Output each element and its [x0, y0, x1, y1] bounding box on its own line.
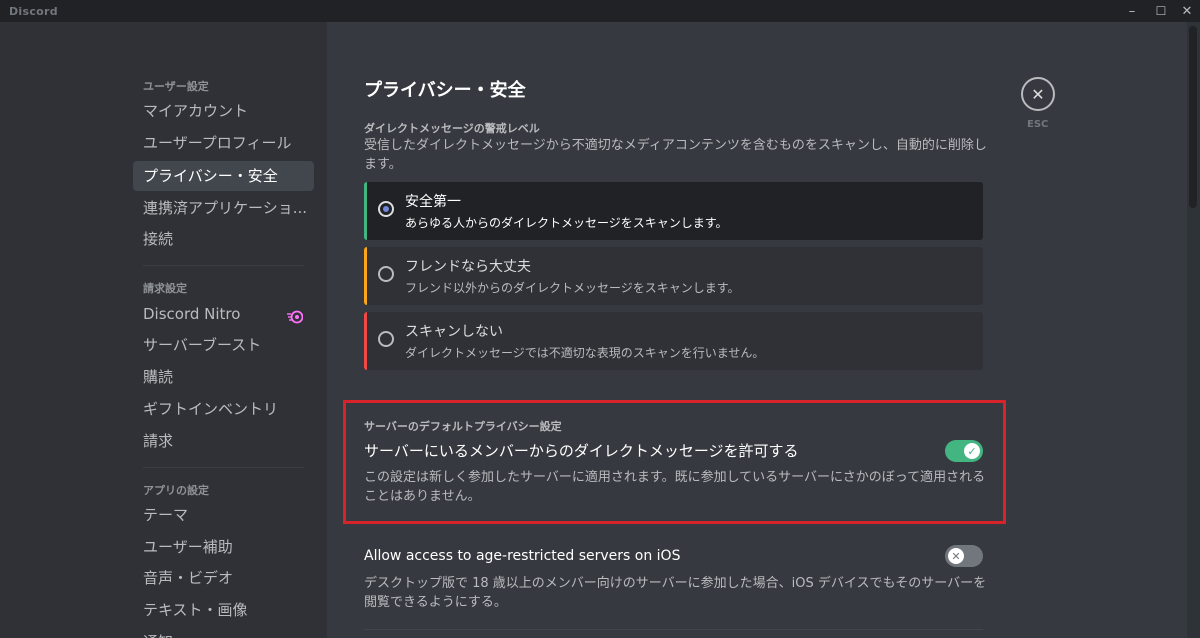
sidebar-header-app-settings: アプリの設定 [143, 484, 209, 497]
radio-option-do-not-scan[interactable]: スキャンしない ダイレクトメッセージでは不適切な表現のスキャンを行いません。 [364, 312, 983, 370]
allow-server-dm-toggle[interactable]: ✓ [945, 440, 983, 462]
close-icon[interactable]: ✕ [1173, 0, 1200, 22]
minimize-icon[interactable]: – [1118, 0, 1146, 22]
page-title: プライバシー・安全 [364, 80, 526, 101]
x-icon: ✕ [948, 548, 964, 564]
radio-checked-icon [378, 201, 394, 217]
age-restricted-title: Allow access to age-restricted servers o… [364, 548, 681, 564]
radio-option-title: 安全第一 [405, 194, 461, 210]
check-icon: ✓ [964, 443, 980, 459]
sidebar-item-notifications[interactable]: 通知 [133, 627, 314, 638]
sidebar-item-server-boost[interactable]: サーバーブースト [133, 330, 314, 360]
sidebar-item-appearance[interactable]: テーマ [133, 500, 314, 530]
age-restricted-description: デスクトップ版で 18 歳以上のメンバー向けのサーバーに参加した場合、iOS デ… [364, 576, 987, 610]
radio-option-subtitle: ダイレクトメッセージでは不適切な表現のスキャンを行いません。 [405, 346, 765, 360]
nitro-icon [287, 310, 303, 324]
sidebar-item-privacy-safety[interactable]: プライバシー・安全 [133, 161, 314, 191]
age-restricted-toggle[interactable]: ✕ [945, 545, 983, 567]
sidebar-divider [143, 265, 304, 266]
sidebar-header-billing: 請求設定 [143, 282, 187, 295]
dm-filter-description: 受信したダイレクトメッセージから不適切なメディアコンテンツを含むものをスキャンし… [364, 138, 987, 172]
section-divider [364, 629, 983, 630]
sidebar-item-gift-inventory[interactable]: ギフトインベントリ [133, 394, 314, 424]
radio-option-title: フレンドなら大丈夫 [405, 259, 531, 275]
radio-unchecked-icon [378, 331, 394, 347]
sidebar-divider [143, 467, 304, 468]
close-settings-button[interactable]: ✕ [1021, 77, 1055, 111]
sidebar-item-authorized-apps[interactable]: 連携済アプリケーショ... [133, 193, 314, 223]
allow-server-dm-title: サーバーにいるメンバーからのダイレクトメッセージを許可する [364, 442, 799, 460]
server-privacy-description: この設定は新しく参加したサーバーに適用されます。既に参加しているサーバーにさかの… [364, 470, 986, 504]
maximize-icon[interactable]: ☐ [1147, 0, 1175, 22]
radio-option-subtitle: あらゆる人からのダイレクトメッセージをスキャンします。 [405, 216, 728, 230]
dm-filter-label: ダイレクトメッセージの警戒レベル [364, 122, 540, 135]
settings-content: プライバシー・安全 ダイレクトメッセージの警戒レベル 受信したダイレクトメッセー… [327, 22, 1187, 638]
sidebar-item-my-account[interactable]: マイアカウント [133, 96, 314, 126]
title-bar: Discord – ☐ ✕ [0, 0, 1200, 22]
sidebar-item-accessibility[interactable]: ユーザー補助 [133, 532, 314, 562]
radio-unchecked-icon [378, 266, 394, 282]
radio-option-keep-me-safe[interactable]: 安全第一 あらゆる人からのダイレクトメッセージをスキャンします。 [364, 182, 983, 240]
scrollbar-thumb[interactable] [1189, 26, 1197, 208]
sidebar-item-user-profile[interactable]: ユーザープロフィール [133, 128, 314, 158]
close-icon: ✕ [1031, 84, 1045, 104]
radio-option-friends-nice[interactable]: フレンドなら大丈夫 フレンド以外からのダイレクトメッセージをスキャンします。 [364, 247, 983, 305]
server-privacy-label: サーバーのデフォルトプライバシー設定 [364, 420, 562, 433]
esc-label: ESC [1027, 119, 1049, 130]
sidebar-item-billing[interactable]: 請求 [133, 426, 314, 456]
sidebar-item-voice-video[interactable]: 音声・ビデオ [133, 563, 314, 593]
app-name: Discord [9, 5, 58, 18]
sidebar-item-text-images[interactable]: テキスト・画像 [133, 595, 314, 625]
settings-sidebar: ユーザー設定 マイアカウント ユーザープロフィール プライバシー・安全 連携済ア… [0, 22, 327, 638]
sidebar-item-subscriptions[interactable]: 購読 [133, 362, 314, 392]
sidebar-header-user-settings: ユーザー設定 [143, 80, 209, 93]
sidebar-item-connections[interactable]: 接続 [133, 224, 314, 254]
radio-option-subtitle: フレンド以外からのダイレクトメッセージをスキャンします。 [405, 281, 740, 295]
radio-option-title: スキャンしない [405, 324, 503, 340]
